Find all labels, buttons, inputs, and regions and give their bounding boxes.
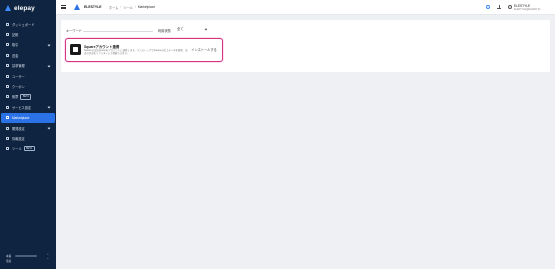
sidebar-item-情報設定[interactable]: 情報設定 — [0, 133, 56, 143]
brand-logo[interactable]: elepay — [5, 4, 35, 12]
transfer-icon — [6, 53, 9, 57]
environment-toggle-track[interactable] — [15, 255, 38, 257]
sidebar-item-label: ダッシュボード — [12, 22, 35, 27]
square-logo-icon — [70, 44, 81, 55]
org-logo-icon — [74, 4, 80, 10]
sidebar-item-サービス設定[interactable]: サービス設定 — [0, 102, 56, 112]
chevron-down-icon — [204, 27, 208, 31]
service-settings-icon — [6, 105, 9, 109]
top-header: ELESTYLE ホーム / ツール / Marketplace ELESTYL… — [56, 0, 555, 15]
sidebar-item-label: 送金 — [12, 53, 19, 58]
brand-name: elepay — [14, 4, 35, 12]
elepay-logo-icon — [5, 5, 12, 11]
sidebar-item-label: ユーザー — [12, 74, 25, 79]
breadcrumb-current: Marketplace — [137, 5, 156, 10]
beta-badge: BETA — [23, 146, 35, 152]
menu-icon[interactable] — [61, 5, 66, 9]
expand-arrows-icon[interactable]: ⌃ ⌄ — [46, 253, 49, 260]
sidebar-item-label: Marketplace — [12, 115, 30, 120]
user-email: ELESTYLE@ELEPAY.IO — [514, 7, 541, 11]
sidebar-item-ユーザー[interactable]: ユーザー — [0, 71, 56, 81]
status-filter-label: 利用状態 — [158, 29, 171, 33]
chevron-down-icon — [47, 64, 51, 67]
chevron-down-icon — [47, 105, 51, 109]
billing-icon — [6, 64, 9, 68]
status-filter-select[interactable]: 全て — [175, 27, 209, 33]
status-filter-value: 全て — [177, 26, 184, 31]
sidebar-item-label: クーポン — [12, 85, 25, 90]
coupon-icon — [6, 85, 9, 89]
chevron-down-icon — [47, 126, 51, 130]
beta-badge: BETA — [20, 94, 32, 100]
user-icon — [6, 74, 9, 78]
sidebar-item-Marketplace[interactable]: Marketplace — [1, 112, 55, 123]
org-name[interactable]: ELESTYLE — [84, 5, 102, 9]
sidebar-item-label: 請求管理 — [12, 64, 25, 69]
user-avatar-icon[interactable] — [508, 5, 512, 9]
download-icon[interactable] — [497, 5, 501, 9]
developer-settings-icon — [6, 126, 9, 130]
sidebar-item-開発設定[interactable]: 開発設定 — [0, 123, 56, 133]
environment-label: 本番 — [6, 255, 12, 258]
breadcrumb-home[interactable]: ホーム — [109, 5, 118, 10]
sidebar-item-帳票[interactable]: 帳票 BETA — [0, 92, 56, 102]
breadcrumb: ホーム / ツール / Marketplace — [109, 5, 156, 11]
sidebar-item-請求管理[interactable]: 請求管理 — [0, 61, 56, 71]
install-button[interactable]: インストールする — [190, 47, 218, 53]
report-icon — [6, 95, 9, 99]
sidebar-nav: ダッシュボード 記帳 取引 送金 請求管理 ユーザー クーポン 帳票 BETA サービス設定 Mar… — [0, 19, 56, 154]
sidebar-item-label: 帳票 — [12, 95, 19, 100]
environment-switch[interactable]: 本番 環境 ⌃ ⌄ — [6, 253, 50, 263]
keyword-label: キーワード — [66, 29, 82, 33]
ledger-icon — [6, 33, 9, 37]
sidebar-item-クーポン[interactable]: クーポン — [0, 81, 56, 91]
sidebar-item-label: 取引 — [12, 43, 19, 48]
environment-sub-label: 環境 — [6, 260, 12, 263]
marketplace-panel: キーワード 利用状態 全て Squareアカウント連携 Squareの決済をel… — [61, 20, 550, 72]
chevron-down-icon — [47, 43, 51, 47]
sidebar-item-label: 記帳 — [12, 33, 19, 38]
tool-icon — [6, 147, 9, 151]
sidebar-item-取引[interactable]: 取引 — [0, 40, 56, 50]
info-settings-icon — [6, 136, 9, 140]
sidebar-item-label: 情報設定 — [12, 136, 25, 141]
sidebar: elepay ダッシュボード 記帳 取引 送金 請求管理 ユーザー クーポン 帳票 BETA サー… — [0, 0, 56, 269]
transaction-icon — [6, 43, 9, 47]
sidebar-item-記帳[interactable]: 記帳 — [0, 29, 56, 39]
sidebar-item-ツール[interactable]: ツール BETA — [0, 144, 56, 154]
sidebar-item-label: 開発設定 — [12, 126, 25, 131]
marketplace-icon — [6, 116, 9, 120]
breadcrumb-tools[interactable]: ツール — [123, 5, 133, 10]
app-card-square[interactable]: Squareアカウント連携 Squareの決済をelepayアカウントに連携しま… — [65, 38, 223, 62]
sidebar-item-ダッシュボード[interactable]: ダッシュボード — [0, 19, 56, 29]
app-description: Squareの決済をelepayアカウントに連携します。ワンストップでSquar… — [84, 49, 188, 56]
help-icon[interactable] — [486, 5, 490, 9]
sidebar-item-label: ツール — [12, 147, 22, 152]
sidebar-item-送金[interactable]: 送金 — [0, 50, 56, 60]
dashboard-icon — [6, 22, 9, 26]
sidebar-item-label: サービス設定 — [12, 105, 32, 110]
keyword-input[interactable] — [83, 27, 153, 32]
